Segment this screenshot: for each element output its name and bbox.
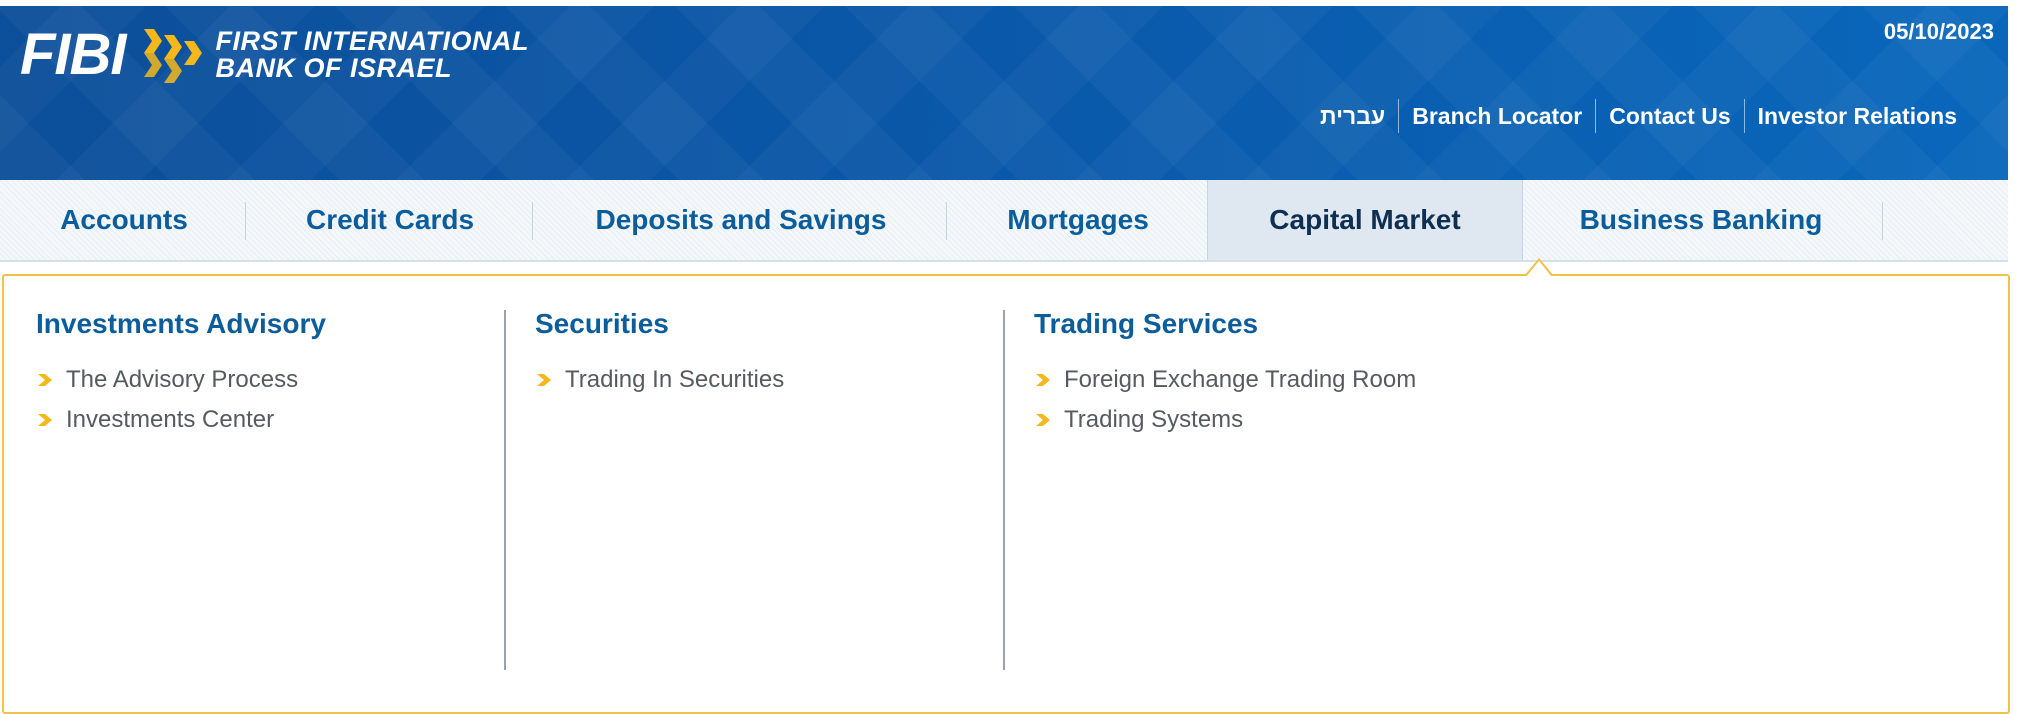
submenu-pointer-inner [1526, 261, 1552, 277]
divider [245, 202, 246, 240]
main-nav: Accounts Credit Cards Deposits and Savin… [0, 180, 2008, 262]
trading-in-securities-link[interactable]: Trading In Securities [535, 360, 784, 400]
menu-column-trading-services: Trading Services Foreign Exchange Tradin… [1034, 308, 1416, 440]
column-title[interactable]: Securities [535, 308, 784, 340]
nav-accounts[interactable]: Accounts [24, 180, 224, 260]
link-label: The Advisory Process [66, 366, 299, 393]
nav-business-banking[interactable]: Business Banking [1540, 180, 1862, 260]
bank-name-line2: BANK OF ISRAEL [215, 53, 453, 83]
link-label: Trading In Securities [565, 366, 785, 393]
chevron-right-icon [38, 374, 52, 386]
logo-chevron-icon [143, 29, 202, 83]
nav-credit-cards[interactable]: Credit Cards [258, 180, 522, 260]
branch-locator-link[interactable]: Branch Locator [1399, 98, 1595, 134]
divider [946, 202, 947, 240]
link-label: Foreign Exchange Trading Room [1064, 366, 1417, 393]
divider [1882, 202, 1883, 240]
capital-market-submenu: Investments Advisory The Advisory Proces… [2, 274, 2010, 714]
divider [532, 202, 533, 240]
foreign-exchange-trading-room-link[interactable]: Foreign Exchange Trading Room [1034, 360, 1416, 400]
column-title[interactable]: Trading Services [1034, 308, 1416, 340]
menu-column-securities: Securities Trading In Securities [535, 308, 784, 400]
bank-logo[interactable]: FIBI FIRST INTERNATIONAL BANK OF ISRAEL [20, 20, 529, 90]
chevron-right-icon [38, 414, 52, 426]
utility-links: עברית Branch Locator Contact Us Investor… [1307, 98, 1970, 134]
investments-center-link[interactable]: Investments Center [36, 400, 326, 440]
chevron-right-icon [1036, 414, 1050, 426]
link-label: Investments Center [66, 406, 275, 433]
chevron-right-icon [537, 374, 551, 386]
column-title[interactable]: Investments Advisory [36, 308, 326, 340]
current-date: 05/10/2023 [1883, 19, 1994, 44]
nav-mortgages[interactable]: Mortgages [958, 180, 1198, 260]
bank-name: FIRST INTERNATIONAL BANK OF ISRAEL [216, 28, 529, 82]
logo-wordmark: FIBI [20, 22, 127, 87]
menu-column-investments-advisory: Investments Advisory The Advisory Proces… [36, 308, 326, 440]
nav-deposits-and-savings[interactable]: Deposits and Savings [548, 180, 934, 260]
site-header: FIBI FIRST INTERNATIONAL BANK OF ISRAEL … [0, 6, 2008, 180]
bank-name-line1: FIRST INTERNATIONAL [215, 26, 530, 56]
hebrew-language-link[interactable]: עברית [1307, 98, 1398, 134]
contact-us-link[interactable]: Contact Us [1596, 98, 1743, 134]
investor-relations-link[interactable]: Investor Relations [1745, 98, 1970, 134]
link-label: Trading Systems [1064, 406, 1244, 433]
trading-systems-link[interactable]: Trading Systems [1034, 400, 1416, 440]
column-divider [1003, 310, 1005, 670]
advisory-process-link[interactable]: The Advisory Process [36, 360, 326, 400]
chevron-right-icon [1036, 374, 1050, 386]
nav-capital-market[interactable]: Capital Market [1207, 180, 1523, 260]
column-divider [504, 310, 506, 670]
